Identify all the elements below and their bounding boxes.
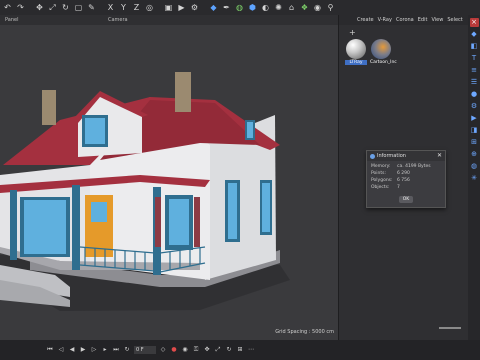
menu-create[interactable]: Create bbox=[357, 15, 374, 25]
snap-icon[interactable]: ⊕ bbox=[470, 150, 479, 159]
cube-icon[interactable]: ◆ bbox=[208, 2, 219, 13]
python-icon[interactable]: ❖ bbox=[299, 2, 310, 13]
house-render bbox=[0, 72, 290, 311]
info-value: 7 bbox=[397, 185, 400, 190]
parameter-key-icon[interactable]: ⊞ bbox=[236, 346, 244, 354]
render-region-icon[interactable]: ▣ bbox=[163, 2, 174, 13]
takes-icon[interactable]: ◧ bbox=[470, 42, 479, 51]
go-to-end-icon[interactable]: ⏭ bbox=[112, 346, 120, 354]
snap-icon[interactable]: ⚲ bbox=[325, 2, 336, 13]
camera-icon[interactable]: ⌂ bbox=[286, 2, 297, 13]
menu-corona[interactable]: Corona bbox=[396, 15, 414, 25]
material-preview-sphere bbox=[346, 39, 366, 59]
material-preview-sphere bbox=[371, 39, 391, 59]
ok-button[interactable]: OK bbox=[399, 196, 413, 203]
current-frame-field[interactable]: 0 F bbox=[134, 346, 156, 354]
structure-icon[interactable]: ⊞ bbox=[470, 138, 479, 147]
next-frame-icon[interactable]: ▷ bbox=[90, 346, 98, 354]
menu-vray[interactable]: V-Ray bbox=[378, 15, 392, 25]
scene-icon[interactable]: ◨ bbox=[470, 126, 479, 135]
info-key: Memory: bbox=[371, 164, 391, 169]
render-icon[interactable]: ▶ bbox=[470, 114, 479, 123]
info-key: Objects: bbox=[371, 185, 390, 190]
render-settings-icon[interactable]: ⚙ bbox=[189, 2, 200, 13]
record-icon[interactable]: ● bbox=[170, 346, 178, 354]
deformer-icon[interactable]: ⬢ bbox=[247, 2, 258, 13]
scale-icon[interactable]: ⤢ bbox=[47, 2, 58, 13]
play-icon[interactable]: ▶ bbox=[79, 346, 87, 354]
locate-icon[interactable]: ◎ bbox=[144, 2, 155, 13]
axis-z-button[interactable]: Z bbox=[131, 2, 142, 13]
menu-view[interactable]: View bbox=[431, 15, 443, 25]
globe-icon[interactable]: ◍ bbox=[470, 162, 479, 171]
text-icon[interactable]: T bbox=[470, 54, 479, 63]
objects-icon[interactable]: ◆ bbox=[470, 30, 479, 39]
info-row: Objects: 7 bbox=[367, 184, 445, 191]
close-panel-icon[interactable]: × bbox=[469, 18, 479, 27]
dialog-title: Information bbox=[377, 153, 406, 159]
material-swatch[interactable]: Cartoon_Inc bbox=[370, 39, 397, 65]
info-row: Points: 6 290 bbox=[367, 170, 445, 177]
info-icon bbox=[370, 154, 375, 159]
rotation-key-icon[interactable]: ↻ bbox=[225, 346, 233, 354]
viewport[interactable]: Panel Camera Grid Spacing: 5000 cm bbox=[0, 15, 338, 340]
info-key: Polygons: bbox=[371, 178, 393, 183]
axis-x-button[interactable]: X bbox=[105, 2, 116, 13]
globe-icon[interactable]: ◉ bbox=[312, 2, 323, 13]
dialog-title-bar: Information ✕ bbox=[367, 151, 445, 161]
light-icon[interactable]: ✺ bbox=[273, 2, 284, 13]
key-selection-icon[interactable]: ⚿ bbox=[192, 346, 200, 354]
axis-y-button[interactable]: Y bbox=[118, 2, 129, 13]
redo-icon[interactable]: ↷ bbox=[15, 2, 26, 13]
loop-icon[interactable]: ↻ bbox=[123, 346, 131, 354]
attributes-icon[interactable]: ☰ bbox=[470, 78, 479, 87]
keyframe-icon[interactable]: ◇ bbox=[159, 346, 167, 354]
preview-size-slider[interactable] bbox=[439, 327, 461, 329]
brush-icon[interactable]: ✎ bbox=[86, 2, 97, 13]
scale-key-icon[interactable]: ⤢ bbox=[214, 346, 222, 354]
settings-icon[interactable]: ⚙ bbox=[470, 102, 479, 111]
position-key-icon[interactable]: ✥ bbox=[203, 346, 211, 354]
grid-spacing-label: Grid Spacing : 5000 cm bbox=[275, 329, 334, 335]
info-value: 6 756 bbox=[397, 178, 410, 183]
viewport-header: Panel Camera bbox=[0, 15, 338, 25]
info-key: Points: bbox=[371, 171, 387, 176]
close-icon[interactable]: ✕ bbox=[437, 151, 442, 161]
camera-label[interactable]: Camera bbox=[108, 15, 128, 25]
panel-menu[interactable]: Panel bbox=[5, 15, 19, 25]
nurbs-icon[interactable]: ◍ bbox=[234, 2, 245, 13]
info-value: 6 290 bbox=[397, 171, 410, 176]
previous-frame-icon[interactable]: ◀ bbox=[68, 346, 76, 354]
select-icon[interactable]: ▢ bbox=[73, 2, 84, 13]
hair-icon[interactable]: ✳ bbox=[470, 174, 479, 183]
menu-select[interactable]: Select bbox=[447, 15, 462, 25]
pla-key-icon[interactable]: ⋯ bbox=[247, 346, 255, 354]
materials-icon[interactable]: ● bbox=[470, 90, 479, 99]
next-key-icon[interactable]: ▸ bbox=[101, 346, 109, 354]
material-name: Cartoon_Inc bbox=[370, 60, 397, 65]
info-row: Memory: ca. 4199 Bytes bbox=[367, 163, 445, 170]
information-dialog: Information ✕ Memory: ca. 4199 Bytes Poi… bbox=[366, 150, 446, 208]
layers-icon[interactable]: ≡ bbox=[470, 66, 479, 75]
go-to-start-icon[interactable]: ⏮ bbox=[46, 346, 54, 354]
main-toolbar: ↶ ↷ ✥ ⤢ ↻ ▢ ✎ X Y Z ◎ ▣ ▶ ⚙ ◆ ✒ ◍ ⬢ ◐ ✺ … bbox=[0, 0, 480, 15]
undo-icon[interactable]: ↶ bbox=[2, 2, 13, 13]
menu-edit[interactable]: Edit bbox=[418, 15, 428, 25]
spline-icon[interactable]: ✒ bbox=[221, 2, 232, 13]
material-swatch[interactable]: LTRay bbox=[345, 39, 367, 65]
render-view-icon[interactable]: ▶ bbox=[176, 2, 187, 13]
rotate-icon[interactable]: ↻ bbox=[60, 2, 71, 13]
info-value: ca. 4199 Bytes bbox=[397, 164, 431, 169]
right-icon-strip: × ◆ ◧ T ≡ ☰ ● ⚙ ▶ ◨ ⊞ ⊕ ◍ ✳ bbox=[468, 15, 480, 340]
animation-toolbar: ⏮ ◁ ◀ ▶ ▷ ▸ ⏭ ↻ 0 F ◇ ● ◉ ⚿ ✥ ⤢ ↻ ⊞ ⋯ bbox=[0, 340, 480, 360]
material-menu: Create V-Ray Corona Edit View Select bbox=[339, 15, 468, 25]
field-icon[interactable]: ◐ bbox=[260, 2, 271, 13]
info-row: Polygons: 6 756 bbox=[367, 177, 445, 184]
material-name: LTRay bbox=[345, 60, 367, 65]
add-material-icon[interactable]: + bbox=[349, 28, 356, 37]
previous-key-icon[interactable]: ◁ bbox=[57, 346, 65, 354]
autokey-icon[interactable]: ◉ bbox=[181, 346, 189, 354]
move-icon[interactable]: ✥ bbox=[34, 2, 45, 13]
